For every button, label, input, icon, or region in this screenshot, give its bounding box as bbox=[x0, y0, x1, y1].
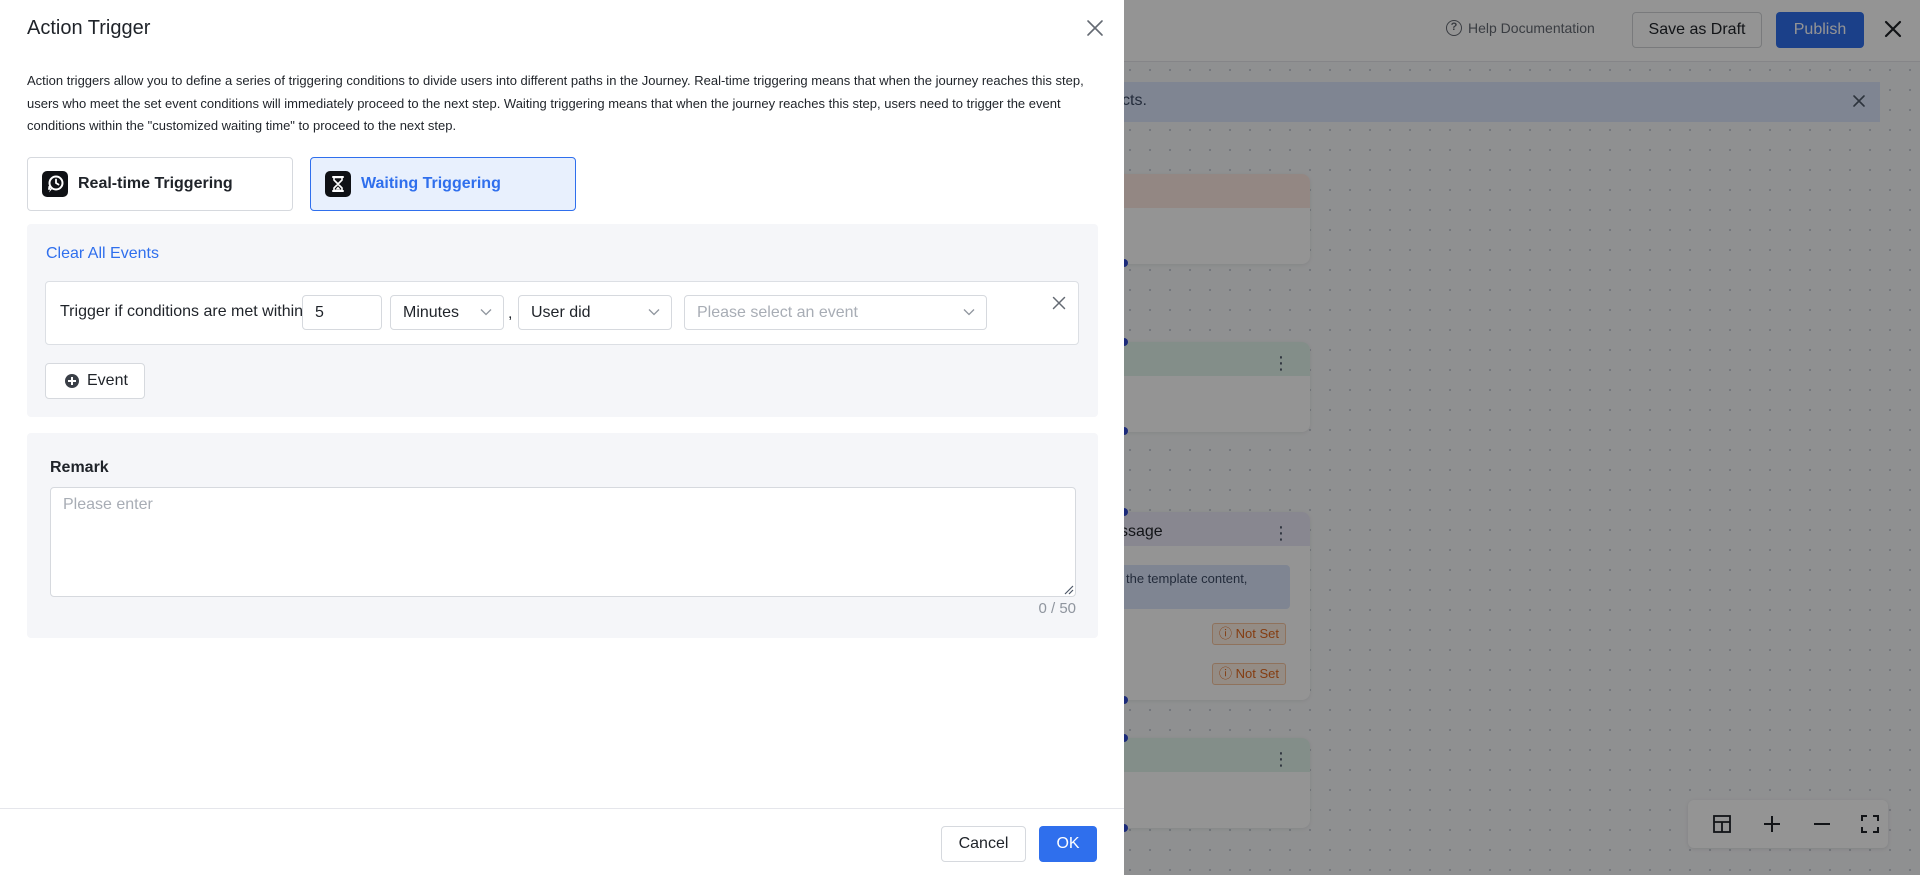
remark-label: Remark bbox=[50, 459, 109, 476]
remark-char-counter: 0 / 50 bbox=[1038, 600, 1076, 617]
clear-all-events-link[interactable]: Clear All Events bbox=[46, 245, 159, 263]
event-select-placeholder: Please select an event bbox=[697, 304, 858, 321]
trigger-type-label: Real-time Triggering bbox=[78, 175, 233, 192]
ok-button[interactable]: OK bbox=[1039, 826, 1097, 862]
event-select[interactable]: Please select an event bbox=[684, 295, 987, 330]
drawer-description: Action triggers allow you to define a se… bbox=[27, 73, 1084, 133]
time-unit-value: Minutes bbox=[403, 304, 460, 321]
close-icon[interactable] bbox=[1086, 19, 1104, 37]
resize-handle-icon[interactable] bbox=[1064, 585, 1074, 595]
actor-value: User did bbox=[531, 304, 591, 321]
chevron-down-icon bbox=[648, 309, 660, 316]
plus-circle-icon bbox=[65, 374, 79, 388]
wait-duration-input[interactable] bbox=[302, 295, 382, 330]
clock-lightning-icon bbox=[42, 171, 68, 197]
trigger-type-realtime[interactable]: Real-time Triggering bbox=[27, 157, 293, 211]
action-trigger-drawer: Action Trigger Action triggers allow you… bbox=[0, 0, 1124, 875]
chevron-down-icon bbox=[963, 309, 975, 316]
add-event-button[interactable]: Event bbox=[45, 363, 145, 399]
trigger-type-label: Waiting Triggering bbox=[361, 175, 501, 192]
condition-separator: , bbox=[508, 305, 513, 322]
remark-textarea[interactable] bbox=[50, 487, 1076, 597]
drawer-title: Action Trigger bbox=[27, 17, 151, 39]
cancel-button[interactable]: Cancel bbox=[941, 826, 1026, 862]
actor-select[interactable]: User did bbox=[518, 295, 672, 330]
remove-condition-icon[interactable] bbox=[1052, 296, 1066, 310]
hourglass-icon bbox=[325, 171, 351, 197]
chevron-down-icon bbox=[480, 309, 492, 316]
time-unit-select[interactable]: Minutes bbox=[390, 295, 504, 330]
trigger-type-waiting[interactable]: Waiting Triggering bbox=[310, 157, 576, 211]
footer-divider bbox=[0, 808, 1124, 809]
condition-prefix-label: Trigger if conditions are met within bbox=[60, 303, 304, 320]
add-event-label: Event bbox=[87, 372, 128, 389]
